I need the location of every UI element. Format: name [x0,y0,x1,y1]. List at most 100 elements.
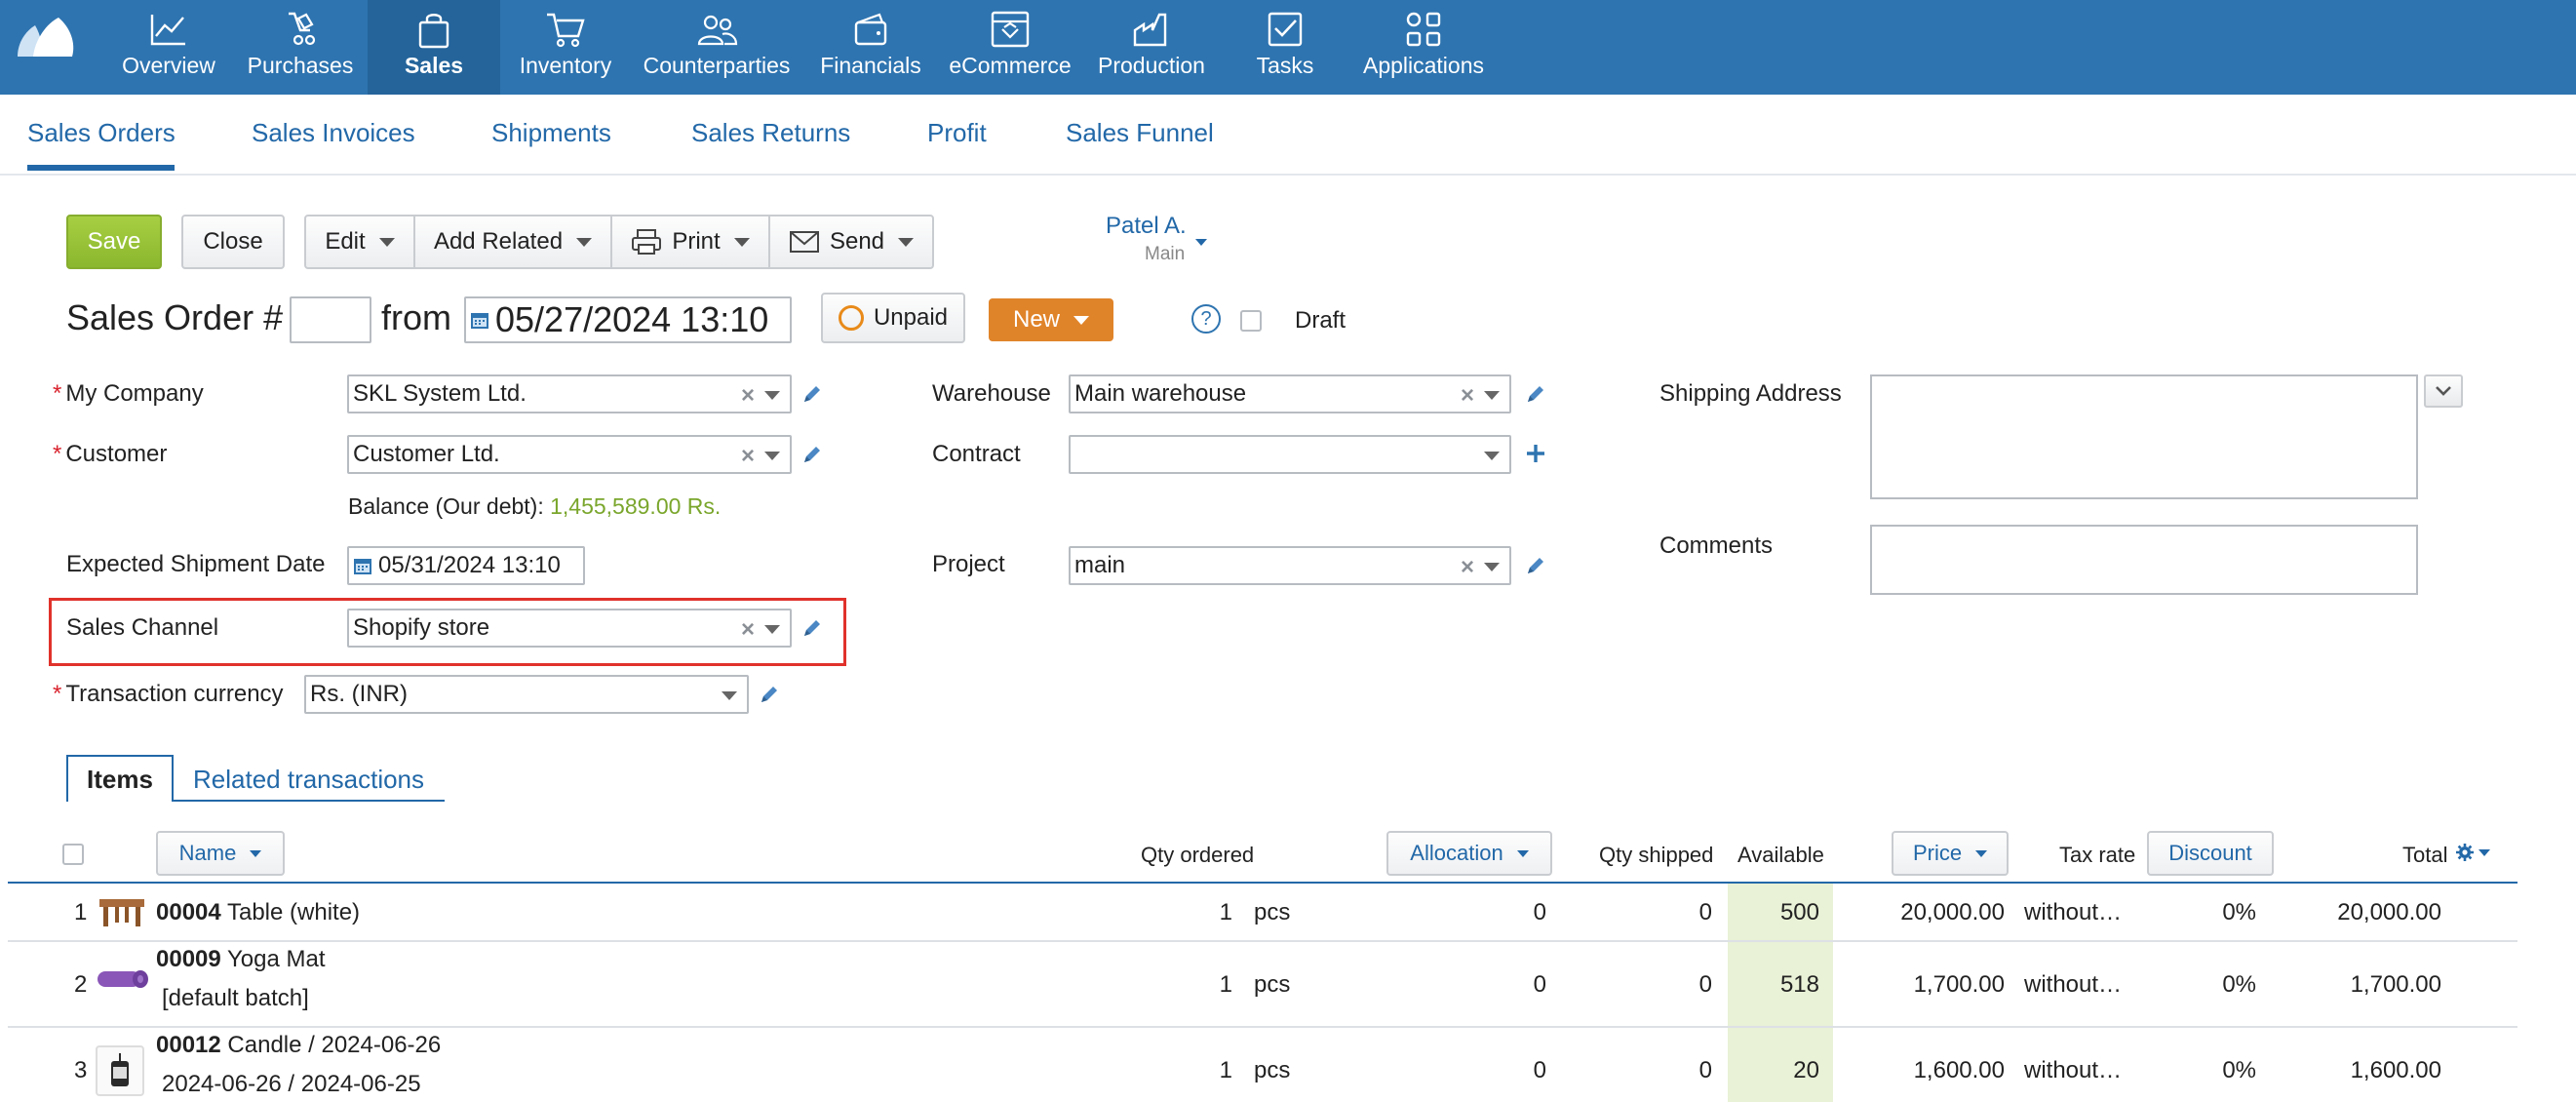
column-qty-shipped: Qty shipped [1599,843,1714,867]
item-name[interactable]: 00004 Table (white) [156,899,360,926]
chevron-down-icon[interactable] [764,391,780,400]
envelope-icon [789,231,819,253]
nav-item-counterparties[interactable]: Counterparties [644,0,790,95]
calendar-icon [354,559,371,574]
nav-item-inventory[interactable]: Inventory [517,0,614,95]
nav-item-overview[interactable]: Overview [119,0,218,95]
tab-profit[interactable]: Profit [927,118,987,148]
my-company-edit-pencil-icon[interactable] [801,383,823,405]
shipping-address-textarea[interactable] [1870,374,2418,499]
tab-related-transactions[interactable]: Related transactions [193,765,424,795]
order-number-input[interactable] [290,296,371,343]
order-status-label: New [1012,306,1060,333]
discount-value[interactable]: 0% [2174,971,2256,999]
my-company-select[interactable]: SKL System Ltd. × [347,374,792,413]
tab-sales-returns[interactable]: Sales Returns [691,118,850,148]
address-expand-button[interactable] [2424,374,2463,408]
chart-line-icon [147,8,190,51]
shipment-date-input[interactable]: 05/31/2024 13:10 [347,546,585,585]
total-value: 1,700.00 [2350,971,2441,998]
qty-ordered-value[interactable]: 1 [1199,1057,1232,1084]
column-allocation-menu[interactable]: Allocation [1386,831,1552,876]
tab-sales-orders[interactable]: Sales Orders [27,118,176,148]
nav-item-sales[interactable]: Sales [368,0,500,95]
column-name-sort[interactable]: Name [156,831,285,876]
app-logo-icon[interactable] [16,14,76,60]
chevron-down-icon[interactable] [1484,391,1500,400]
payment-status-label: Unpaid [873,304,949,331]
my-company-value: SKL System Ltd. [353,380,527,407]
clear-icon[interactable]: × [741,616,755,644]
project-edit-pencil-icon[interactable] [1525,555,1546,576]
column-discount-button[interactable]: Discount [2147,831,2274,876]
tab-sales-funnel[interactable]: Sales Funnel [1066,118,1214,148]
discount-value[interactable]: 0% [2174,899,2256,926]
price-value[interactable]: 1,600.00 [1853,1057,2005,1084]
currency-value: Rs. (INR) [310,681,408,707]
owner-chevron-down-icon[interactable] [1195,239,1207,246]
send-button[interactable]: Send [768,215,934,269]
payment-status-button[interactable]: Unpaid [821,293,965,343]
add-contract-plus-icon[interactable] [1525,443,1546,464]
help-icon[interactable]: ? [1191,304,1221,334]
nav-item-tasks[interactable]: Tasks [1250,0,1320,95]
customer-edit-pencil-icon[interactable] [801,444,823,465]
tax-rate-value[interactable]: without… [2024,1057,2122,1084]
sales-channel-select[interactable]: Shopify store × [347,609,792,648]
row-number: 1 [74,899,88,925]
currency-select[interactable]: Rs. (INR) [304,675,749,714]
select-all-checkbox[interactable] [62,844,84,865]
row-divider [8,1026,2517,1028]
nav-item-ecommerce[interactable]: eCommerce [946,0,1074,95]
close-button[interactable]: Close [181,215,285,269]
column-price-menu[interactable]: Price [1892,831,2009,876]
contract-select[interactable] [1069,435,1511,474]
clear-icon[interactable]: × [1461,382,1474,410]
order-status-dropdown[interactable]: New [989,298,1113,341]
clear-icon[interactable]: × [741,443,755,470]
clear-icon[interactable]: × [1461,554,1474,581]
tax-rate-value[interactable]: without… [2024,899,2122,926]
chevron-down-icon[interactable] [764,625,780,634]
chevron-down-icon[interactable] [1484,563,1500,571]
item-name[interactable]: 00009 Yoga Mat [156,946,326,973]
warehouse-edit-pencil-icon[interactable] [1525,383,1546,405]
save-button[interactable]: Save [66,215,162,269]
discount-value[interactable]: 0% [2174,1057,2256,1084]
balance-label: Balance (Our debt): 1,455,589.00 Rs. [348,493,722,519]
warehouse-value: Main warehouse [1074,380,1247,407]
owner-name[interactable]: Patel A. [1106,213,1187,240]
item-name[interactable]: 00012 Candle / 2024-06-26 [156,1032,441,1059]
tab-items[interactable]: Items [66,755,174,802]
chevron-down-icon[interactable] [1484,452,1500,460]
add-related-button[interactable]: Add Related [413,215,612,269]
tab-sales-invoices[interactable]: Sales Invoices [252,118,415,148]
nav-item-financials[interactable]: Financials [817,0,924,95]
nav-item-applications[interactable]: Applications [1361,0,1486,95]
project-select[interactable]: main × [1069,546,1511,585]
chevron-down-icon[interactable] [722,691,737,700]
clear-icon[interactable]: × [741,382,755,410]
draft-checkbox[interactable] [1240,310,1262,332]
price-value[interactable]: 20,000.00 [1853,899,2005,926]
unpaid-circle-icon [838,305,864,331]
column-settings-button[interactable] [2455,843,2490,862]
edit-menu-button[interactable]: Edit [304,215,415,269]
tab-shipments[interactable]: Shipments [491,118,611,148]
nav-item-purchases[interactable]: Purchases [242,0,359,95]
sales-channel-edit-pencil-icon[interactable] [801,617,823,639]
comments-textarea[interactable] [1870,525,2418,595]
order-date-input[interactable]: 05/27/2024 13:10 [464,296,792,343]
customer-select[interactable]: Customer Ltd. × [347,435,792,474]
warehouse-select[interactable]: Main warehouse × [1069,374,1511,413]
qty-ordered-value[interactable]: 1 [1199,971,1232,999]
qty-ordered-value[interactable]: 1 [1199,899,1232,926]
print-button[interactable]: Print [610,215,770,269]
tax-rate-value[interactable]: without… [2024,971,2122,999]
calendar-icon [471,313,488,329]
currency-edit-pencil-icon[interactable] [759,684,780,705]
price-value[interactable]: 1,700.00 [1853,971,2005,999]
nav-item-production[interactable]: Production [1096,0,1207,95]
chevron-down-icon[interactable] [764,452,780,460]
chevron-down-icon [1975,849,1988,857]
